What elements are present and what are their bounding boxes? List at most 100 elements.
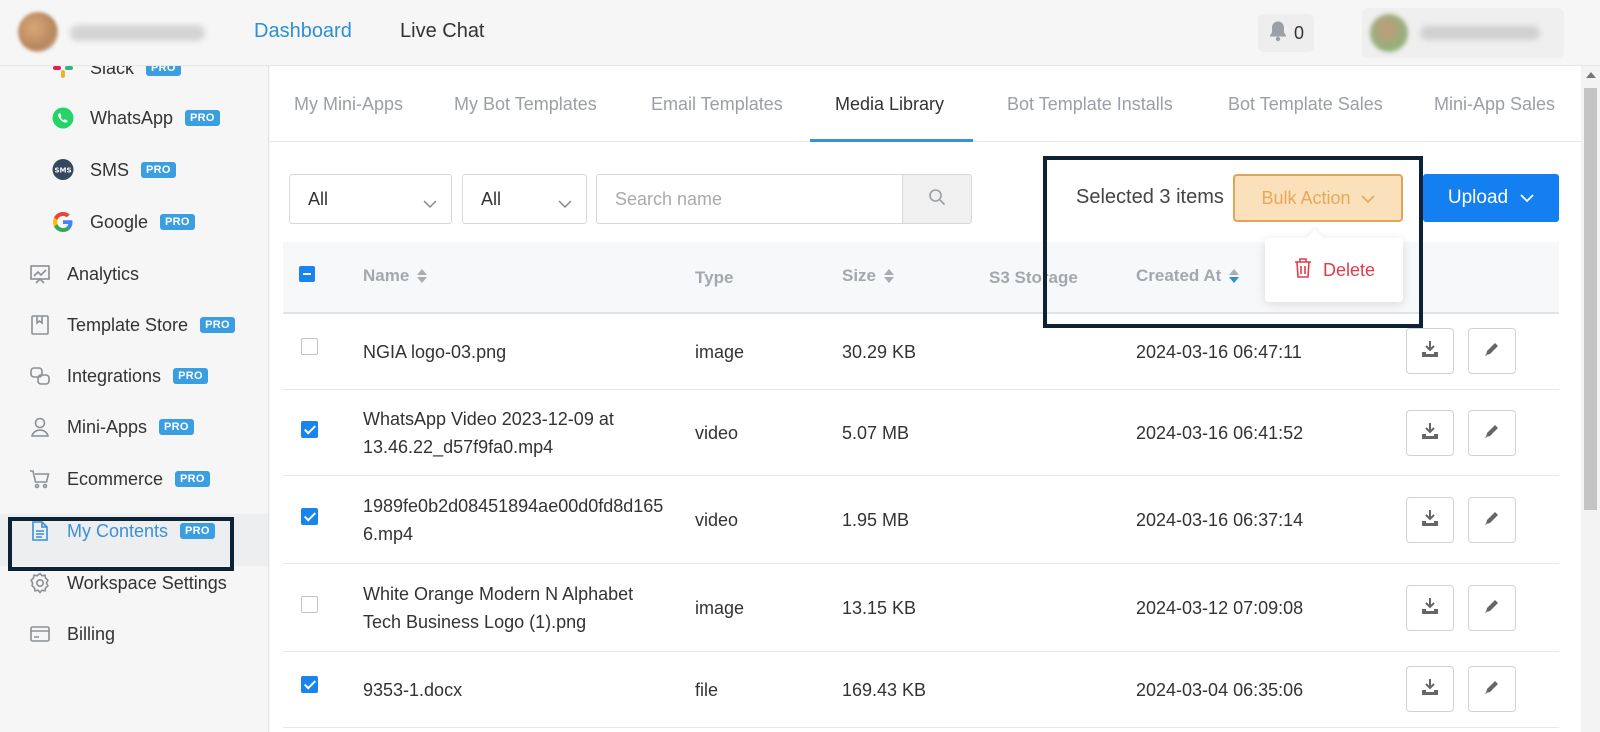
edit-button[interactable] [1468,497,1516,543]
tab-media-library[interactable]: Media Library [835,94,944,115]
download-icon [1421,597,1439,620]
user-menu[interactable] [1362,8,1564,58]
workspace-brand[interactable] [12,8,222,58]
sidebar-item-slack[interactable]: Slack PRO [50,66,181,88]
chevron-down-icon [423,193,437,214]
slack-icon [50,66,76,81]
storage-filter-select[interactable]: All [462,174,587,224]
pro-badge: PRO [146,66,181,76]
file-size: 1.95 MB [842,510,910,530]
pro-badge: PRO [160,214,195,230]
pro-badge: PRO [141,162,176,178]
sidebar-item-template-store[interactable]: Template Store PRO [27,305,235,345]
type-filter-select[interactable]: All [289,174,452,224]
file-type: file [695,680,719,700]
row-checkbox[interactable] [301,676,318,693]
edit-button[interactable] [1468,328,1516,374]
chevron-down-icon [558,193,572,214]
scroll-up-arrow-icon[interactable] [1586,72,1596,78]
sidebar-item-google[interactable]: Google PRO [50,202,195,242]
tab-my-bot-templates[interactable]: My Bot Templates [454,94,597,115]
select-all-checkbox[interactable] [299,266,315,282]
row-checkbox[interactable] [301,421,318,438]
cart-icon [27,466,53,492]
column-header-type: Type [695,268,733,288]
download-button[interactable] [1406,328,1454,374]
sidebar-item-ecommerce[interactable]: Ecommerce PRO [27,459,210,499]
nav-dashboard[interactable]: Dashboard [254,20,352,43]
sidebar-item-label: Google [90,211,149,232]
download-button[interactable] [1406,410,1454,456]
file-name: White Orange Modern N Alphabet Tech Busi… [363,584,634,632]
sidebar-item-mini-apps[interactable]: Mini-Apps PRO [27,407,194,447]
search-button[interactable] [902,174,972,224]
scrollbar[interactable] [1581,66,1600,732]
table-row: 9353-1.docx file 169.43 KB 2024-03-04 06… [283,652,1559,728]
edit-button[interactable] [1468,410,1516,456]
workspace-name-blurred [70,25,205,41]
main-content: My Mini-Apps My Bot Templates Email Temp… [270,66,1581,732]
download-button[interactable] [1406,666,1454,712]
column-header-name[interactable]: Name [363,266,428,286]
avatar [1370,14,1408,52]
search-input[interactable]: Search name [596,174,902,224]
row-checkbox[interactable] [301,508,318,525]
sidebar-item-analytics[interactable]: Analytics [27,254,139,294]
tab-bot-template-sales[interactable]: Bot Template Sales [1228,94,1383,115]
table-row: 1989fe0b2d08451894ae00d0fd8d1656.mp4 vid… [283,476,1559,564]
sidebar-item-label: Template Store [67,314,189,335]
table-row: WhatsApp Video 2023-12-09 at 13.46.22_d5… [283,390,1559,476]
tab-bar: My Mini-Apps My Bot Templates Email Temp… [270,66,1581,142]
whatsapp-icon [50,105,76,131]
row-checkbox[interactable] [301,338,318,355]
sidebar-item-sms[interactable]: SMS SMS PRO [50,150,176,190]
column-header-size[interactable]: Size [842,266,895,286]
upload-button[interactable]: Upload [1423,174,1559,222]
sms-icon: SMS [50,157,76,183]
table-row: White Orange Modern N Alphabet Tech Busi… [283,564,1559,652]
highlight-box-bulk-action [1043,156,1423,328]
sidebar-item-label: Integrations [67,365,162,386]
pro-badge: PRO [175,471,210,487]
edit-button[interactable] [1468,666,1516,712]
storage-filter-value: All [481,188,502,209]
download-icon [1421,422,1439,445]
pro-badge: PRO [200,317,235,333]
pencil-icon [1483,509,1501,532]
sidebar-item-label: Mini-Apps [67,416,148,437]
search-icon [928,188,946,211]
chevron-down-icon [1520,187,1534,209]
pro-badge: PRO [173,368,208,384]
edit-button[interactable] [1468,585,1516,631]
notifications-button[interactable]: 0 [1258,14,1314,52]
google-icon [50,209,76,235]
created-at: 2024-03-12 07:09:08 [1136,598,1304,618]
row-checkbox[interactable] [301,596,318,613]
gear-icon [27,570,53,596]
scrollbar-thumb[interactable] [1584,88,1597,510]
download-button[interactable] [1406,585,1454,631]
top-bar: Dashboard Live Chat 0 [0,0,1600,66]
upload-label: Upload [1447,187,1509,208]
pencil-icon [1483,678,1501,701]
nav-live-chat[interactable]: Live Chat [400,20,485,43]
column-label: Size [842,266,877,285]
download-icon [1421,509,1439,532]
file-type: image [695,342,745,362]
type-filter-value: All [308,188,329,209]
sidebar-item-integrations[interactable]: Integrations PRO [27,356,208,396]
pro-badge: PRO [159,419,194,435]
sidebar-item-label: Workspace Settings [67,572,227,593]
download-icon [1421,678,1439,701]
download-icon [1421,340,1439,363]
tab-bot-template-installs[interactable]: Bot Template Installs [1007,94,1173,115]
file-name: NGIA logo-03.png [363,342,507,362]
tab-my-mini-apps[interactable]: My Mini-Apps [294,94,403,115]
download-button[interactable] [1406,497,1454,543]
sidebar-item-label: Billing [67,623,116,644]
sidebar-item-billing[interactable]: Billing [27,614,115,654]
sidebar-item-whatsapp[interactable]: WhatsApp PRO [50,98,220,138]
tab-mini-app-sales[interactable]: Mini-App Sales [1434,94,1555,115]
created-at: 2024-03-04 06:35:06 [1136,680,1304,700]
tab-email-templates[interactable]: Email Templates [651,94,783,115]
